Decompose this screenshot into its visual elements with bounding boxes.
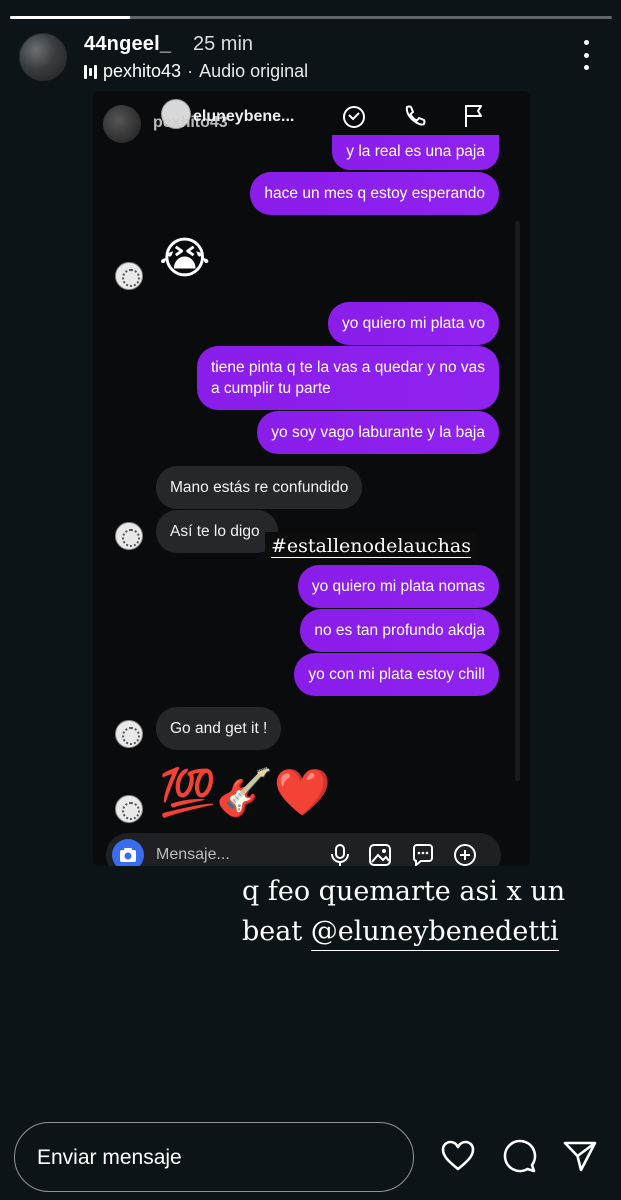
sticker-icon (413, 844, 433, 866)
audio-label[interactable]: Audio original (199, 61, 308, 82)
hashtag-text: #estallenodelauchas (271, 535, 471, 558)
story-progress-fill (10, 16, 131, 19)
scrollbar (515, 221, 520, 781)
flag-icon (465, 105, 482, 127)
caption-line-1: q feo quemarte asi x un (242, 876, 566, 907)
contact-avatar (115, 795, 143, 823)
composer-placeholder: Mensaje... (156, 846, 230, 863)
story-username[interactable]: 44ngeel_ (84, 33, 171, 56)
comment-icon[interactable] (501, 1138, 537, 1174)
message-bubble-sent: yo soy vago laburante y la baja (257, 411, 499, 454)
contact-avatar (115, 522, 143, 550)
plus-icon (454, 844, 476, 866)
emoji-message: 💯🎸❤️ (159, 766, 331, 818)
camera-icon (120, 848, 136, 862)
message-bubble-sent: no es tan profundo akdja (300, 609, 499, 652)
audio-separator: · (187, 61, 194, 81)
story-caption: q feo quemarte asi x un beat @eluneybene… (242, 872, 565, 952)
caption-mention[interactable]: @eluneybenedetti (310, 916, 559, 951)
audio-row[interactable]: pexhito43 · Audio original (84, 61, 308, 82)
audio-bars-icon (84, 64, 97, 80)
heart-icon[interactable] (440, 1138, 476, 1174)
video-chat-icon (343, 106, 365, 128)
audio-user[interactable]: pexhito43 (103, 61, 181, 82)
message-bubble-sent: yo quiero mi plata nomas (297, 565, 499, 608)
contact-avatar (115, 720, 143, 748)
message-bubble-sent: tiene pinta q te la vas a quedar y no va… (197, 346, 499, 410)
message-bubble-sent: hace un mes q estoy esperando (250, 172, 499, 215)
message-bubble-sent: yo con mi plata estoy chill (294, 653, 499, 696)
chat-composer: Mensaje... (106, 833, 501, 866)
more-options-icon[interactable] (579, 40, 593, 70)
gallery-icon (369, 844, 391, 866)
chat-name-front: eluneybene... (193, 108, 295, 125)
avatar[interactable] (19, 33, 67, 81)
message-bubble-received: Go and get it ! (156, 707, 282, 750)
camera-button (112, 839, 144, 866)
microphone-icon (331, 844, 349, 866)
phone-icon (405, 105, 426, 126)
emoji-message: 😭 (159, 234, 211, 283)
message-bubble-received: Mano estás re confundido (156, 466, 363, 509)
caption-line-2: beat @eluneybenedetti (242, 912, 565, 952)
hashtag-sticker[interactable]: #estallenodelauchas (265, 532, 477, 559)
caption-prefix: beat (242, 916, 311, 947)
reply-input[interactable]: Enviar mensaje (14, 1122, 414, 1192)
contact-avatar (115, 262, 143, 290)
story-time: 25 min (193, 33, 254, 55)
chat-avatar (103, 105, 141, 143)
message-bubble-sent: yo quiero mi plata vo (327, 302, 499, 345)
message-bubble-received: Así te lo digo (156, 510, 278, 553)
reply-placeholder: Enviar mensaje (37, 1146, 182, 1169)
story-progress-bar (10, 16, 612, 19)
message-bubble-sent: y la real es una paja (332, 135, 499, 170)
share-icon[interactable] (562, 1138, 598, 1174)
embedded-chat-screenshot: pexhito43 eluneybene... y la real es una… (93, 91, 530, 866)
